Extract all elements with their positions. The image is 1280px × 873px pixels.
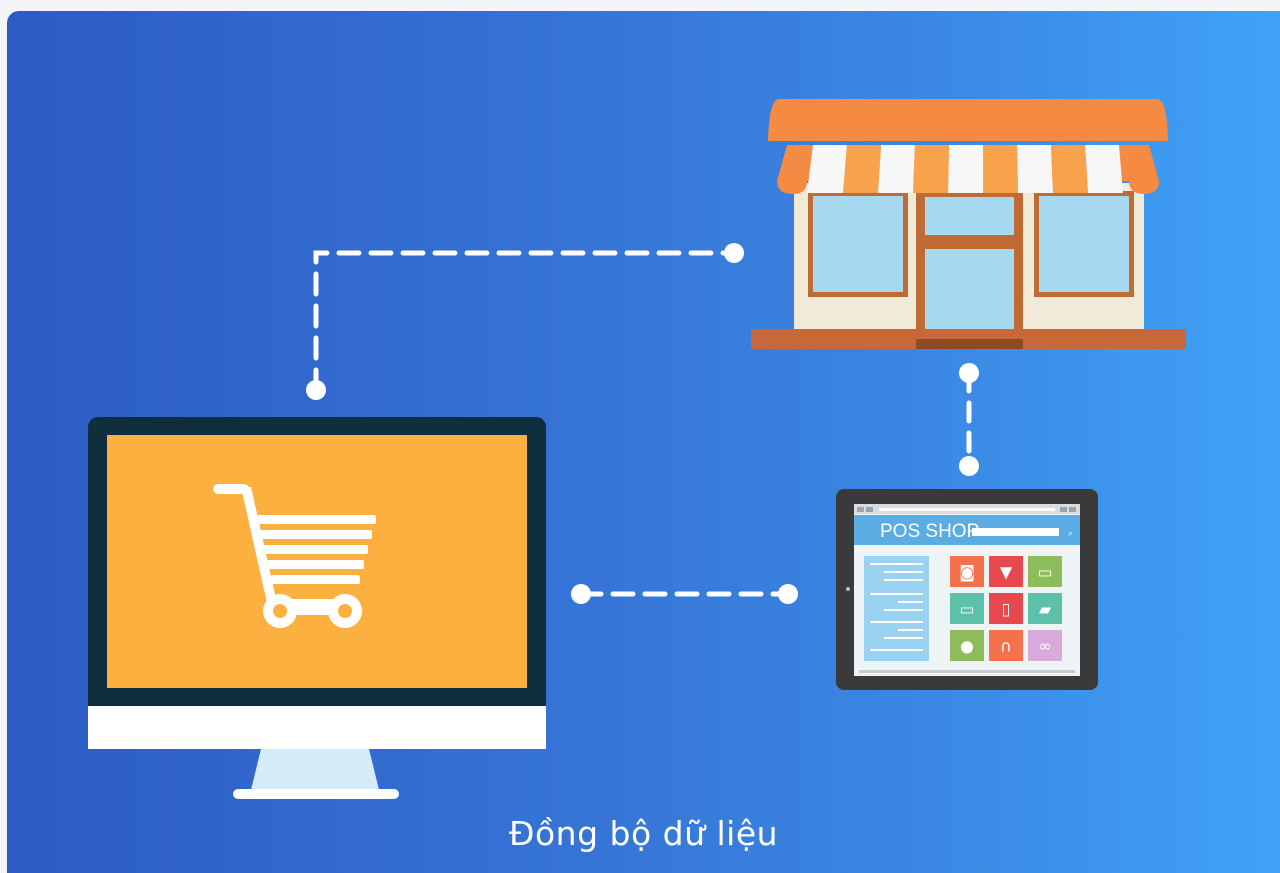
product-tile-monitor: ▭ (950, 593, 984, 624)
laptop-icon: ▭ (1037, 563, 1052, 582)
store-awning (777, 145, 1159, 194)
product-tile-headphones: ∩ (989, 630, 1023, 661)
camera-icon: ◙ (959, 563, 975, 582)
product-tile-gamepad: ● (950, 630, 984, 661)
desktop-computer (88, 417, 546, 799)
connector-computer-store (306, 243, 744, 400)
glasses-icon: ∞ (1038, 637, 1051, 656)
monitor-base (233, 789, 399, 799)
product-tile-glasses: ∞ (1028, 630, 1062, 661)
connector-computer-tablet (571, 584, 798, 604)
sync-diagram: ⌕ ◙ ▼ ▭ ▭ ▯ ▰ ● ∩ ∞ POS SHOP (88, 99, 1186, 799)
product-tile-shoe: ▰ (1028, 593, 1062, 624)
headphones-icon: ∩ (1000, 637, 1012, 656)
product-tile-tshirt: ▼ (989, 556, 1023, 587)
product-tile-laptop: ▭ (1028, 556, 1062, 587)
connector-store-tablet (959, 363, 979, 476)
search-icon: ⌕ (1068, 529, 1073, 539)
product-tile-phone: ▯ (989, 593, 1023, 624)
shoe-icon: ▰ (1039, 600, 1052, 619)
caption: Đồng bộ dữ liệu (508, 814, 779, 853)
tshirt-icon: ▼ (1000, 563, 1013, 582)
pos-tablet: ⌕ ◙ ▼ ▭ ▭ ▯ ▰ ● ∩ ∞ (836, 489, 1098, 690)
sync-illustration-card: ⌕ ◙ ▼ ▭ ▭ ▯ ▰ ● ∩ ∞ POS SHOP Đồng bộ dữ liệu (7, 11, 1280, 873)
phone-icon: ▯ (1002, 600, 1011, 619)
store-building (751, 99, 1186, 349)
gamepad-icon: ● (960, 637, 974, 656)
product-tile-grid: ◙ ▼ ▭ ▭ ▯ ▰ ● ∩ ∞ (950, 556, 1062, 661)
pos-app-title: POS SHOP (880, 521, 979, 542)
product-tile-camera: ◙ (950, 556, 984, 587)
monitor-icon: ▭ (959, 600, 974, 619)
